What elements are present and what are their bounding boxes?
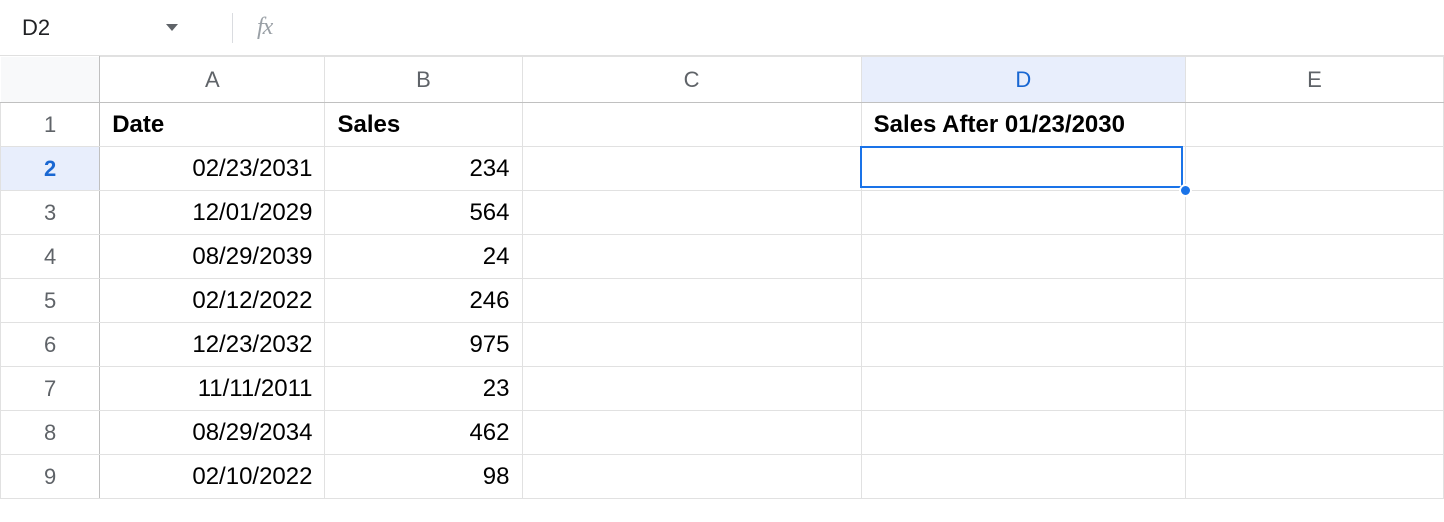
row-header-7[interactable]: 7 — [1, 367, 100, 411]
cell-B4[interactable]: 24 — [325, 235, 522, 279]
cell-E8[interactable] — [1186, 411, 1444, 455]
select-all-corner[interactable] — [1, 57, 100, 103]
cell-D1[interactable]: Sales After 01/23/2030 — [861, 103, 1185, 147]
cell-B8[interactable]: 462 — [325, 411, 522, 455]
row-header-5[interactable]: 5 — [1, 279, 100, 323]
cell-E4[interactable] — [1186, 235, 1444, 279]
divider — [232, 13, 233, 43]
cell-E6[interactable] — [1186, 323, 1444, 367]
cell-B1[interactable]: Sales — [325, 103, 522, 147]
cell-A3[interactable]: 12/01/2029 — [100, 191, 325, 235]
cell-C9[interactable] — [522, 455, 861, 499]
formula-bar: D2 fx — [0, 0, 1444, 56]
cell-C5[interactable] — [522, 279, 861, 323]
cell-C3[interactable] — [522, 191, 861, 235]
cell-E9[interactable] — [1186, 455, 1444, 499]
cell-D5[interactable] — [861, 279, 1185, 323]
cell-C6[interactable] — [522, 323, 861, 367]
cell-A8[interactable]: 08/29/2034 — [100, 411, 325, 455]
cell-C2[interactable] — [522, 147, 861, 191]
row-header-1[interactable]: 1 — [1, 103, 100, 147]
row-header-9[interactable]: 9 — [1, 455, 100, 499]
cell-D8[interactable] — [861, 411, 1185, 455]
cell-A7[interactable]: 11/11/2011 — [100, 367, 325, 411]
cell-A1[interactable]: Date — [100, 103, 325, 147]
cell-B9[interactable]: 98 — [325, 455, 522, 499]
cell-D4[interactable] — [861, 235, 1185, 279]
cell-E5[interactable] — [1186, 279, 1444, 323]
cell-A2[interactable]: 02/23/2031 — [100, 147, 325, 191]
cell-C7[interactable] — [522, 367, 861, 411]
col-header-A[interactable]: A — [100, 57, 325, 103]
chevron-down-icon[interactable] — [166, 24, 178, 31]
cell-A6[interactable]: 12/23/2032 — [100, 323, 325, 367]
cell-C8[interactable] — [522, 411, 861, 455]
cell-B6[interactable]: 975 — [325, 323, 522, 367]
cell-D2[interactable] — [861, 147, 1185, 191]
cell-E1[interactable] — [1186, 103, 1444, 147]
row-header-4[interactable]: 4 — [1, 235, 100, 279]
cell-C4[interactable] — [522, 235, 861, 279]
cell-A4[interactable]: 08/29/2039 — [100, 235, 325, 279]
row-header-6[interactable]: 6 — [1, 323, 100, 367]
row-header-2[interactable]: 2 — [1, 147, 100, 191]
cell-D3[interactable] — [861, 191, 1185, 235]
cell-A5[interactable]: 02/12/2022 — [100, 279, 325, 323]
name-box[interactable]: D2 — [20, 11, 160, 45]
col-header-D[interactable]: D — [861, 57, 1185, 103]
col-header-E[interactable]: E — [1186, 57, 1444, 103]
col-header-B[interactable]: B — [325, 57, 522, 103]
row-header-8[interactable]: 8 — [1, 411, 100, 455]
cell-E2[interactable] — [1186, 147, 1444, 191]
cell-A9[interactable]: 02/10/2022 — [100, 455, 325, 499]
cell-B3[interactable]: 564 — [325, 191, 522, 235]
cell-E7[interactable] — [1186, 367, 1444, 411]
fx-icon: fx — [257, 14, 272, 41]
cell-B2[interactable]: 234 — [325, 147, 522, 191]
spreadsheet-grid[interactable]: A B C D E 1 Date Sales Sales After 01/23… — [0, 56, 1444, 499]
cell-D9[interactable] — [861, 455, 1185, 499]
col-header-C[interactable]: C — [522, 57, 861, 103]
cell-C1[interactable] — [522, 103, 861, 147]
cell-B7[interactable]: 23 — [325, 367, 522, 411]
formula-input[interactable] — [272, 0, 1444, 55]
cell-D6[interactable] — [861, 323, 1185, 367]
row-header-3[interactable]: 3 — [1, 191, 100, 235]
name-box-wrap[interactable]: D2 — [20, 11, 220, 45]
cell-B5[interactable]: 246 — [325, 279, 522, 323]
cell-D7[interactable] — [861, 367, 1185, 411]
cell-E3[interactable] — [1186, 191, 1444, 235]
